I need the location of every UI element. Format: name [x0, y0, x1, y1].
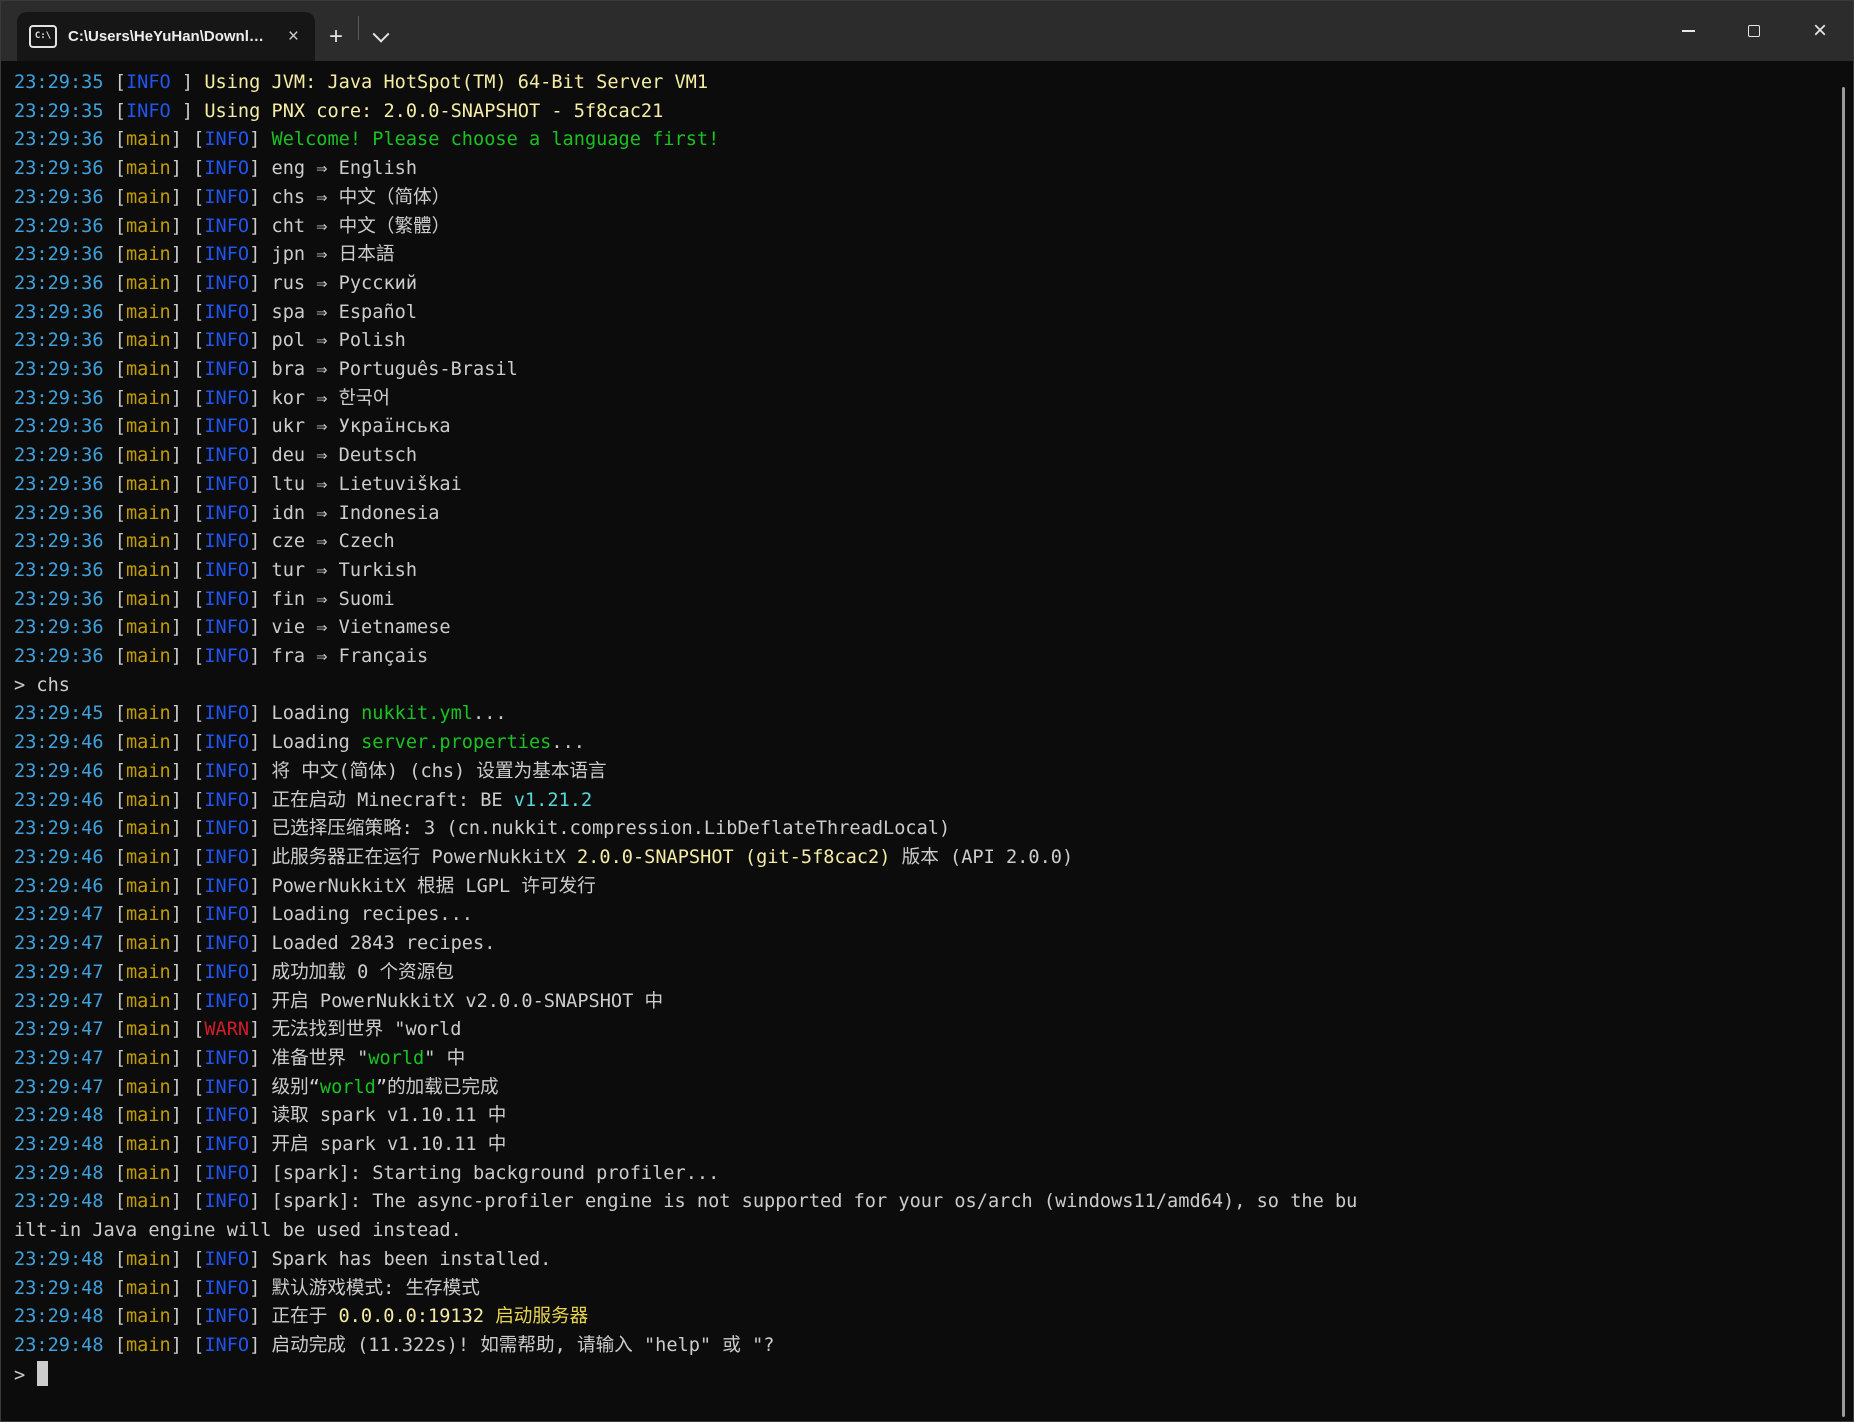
chevron-down-icon — [373, 25, 390, 42]
log-line: 23:29:47 [main] [INFO] Loaded 2843 recip… — [14, 930, 1852, 959]
close-button[interactable]: × — [1787, 1, 1853, 61]
log-line: 23:29:46 [main] [INFO] 正在启动 Minecraft: B… — [14, 787, 1852, 816]
log-line: 23:29:36 [main] [INFO] kor ⇒ 한국어 — [14, 385, 1852, 414]
log-line: 23:29:47 [main] [INFO] 级别“world”的加载已完成 — [14, 1074, 1852, 1103]
titlebar-drag-region[interactable] — [402, 1, 1655, 61]
log-line: 23:29:36 [main] [INFO] rus ⇒ Русский — [14, 270, 1852, 299]
window-controls: × — [1655, 1, 1853, 61]
log-line: 23:29:36 [main] [INFO] fra ⇒ Français — [14, 643, 1852, 672]
tab-close-icon[interactable]: × — [284, 25, 303, 48]
log-line: ilt-in Java engine will be used instead. — [14, 1217, 1852, 1246]
tab-dropdown-button[interactable] — [360, 12, 402, 61]
terminal-window: C:\ C:\Users\HeYuHan\Download × + × 23:2… — [0, 0, 1854, 1422]
text-cursor — [37, 1361, 48, 1386]
title-bar: C:\ C:\Users\HeYuHan\Download × + × — [1, 1, 1853, 61]
log-line: 23:29:36 [main] [INFO] vie ⇒ Vietnamese — [14, 614, 1852, 643]
close-icon: × — [1813, 19, 1827, 43]
log-line: 23:29:46 [main] [INFO] 此服务器正在运行 PowerNuk… — [14, 844, 1852, 873]
terminal-output[interactable]: 23:29:35 [INFO ] Using JVM: Java HotSpot… — [2, 61, 1852, 1420]
scrollbar-thumb[interactable] — [1842, 87, 1845, 1417]
log-line: 23:29:35 [INFO ] Using JVM: Java HotSpot… — [14, 69, 1852, 98]
maximize-button[interactable] — [1721, 1, 1787, 61]
log-line: 23:29:46 [main] [INFO] PowerNukkitX 根据 L… — [14, 873, 1852, 902]
log-line: 23:29:36 [main] [INFO] chs ⇒ 中文（简体） — [14, 184, 1852, 213]
log-line: 23:29:48 [main] [INFO] 默认游戏模式: 生存模式 — [14, 1275, 1852, 1304]
log-line: 23:29:48 [main] [INFO] [spark]: The asyn… — [14, 1188, 1852, 1217]
log-line: 23:29:36 [main] [INFO] idn ⇒ Indonesia — [14, 500, 1852, 529]
log-line: 23:29:48 [main] [INFO] [spark]: Starting… — [14, 1160, 1852, 1189]
log-line: 23:29:35 [INFO ] Using PNX core: 2.0.0-S… — [14, 98, 1852, 127]
minimize-button[interactable] — [1655, 1, 1721, 61]
log-line: 23:29:48 [main] [INFO] 启动完成 (11.322s)! 如… — [14, 1332, 1852, 1361]
log-line: 23:29:46 [main] [INFO] 将 中文(简体) (chs) 设置… — [14, 758, 1852, 787]
log-line: 23:29:36 [main] [INFO] fin ⇒ Suomi — [14, 586, 1852, 615]
tab-title: C:\Users\HeYuHan\Download — [68, 28, 273, 45]
log-line: 23:29:36 [main] [INFO] pol ⇒ Polish — [14, 327, 1852, 356]
log-line: > chs — [14, 672, 1852, 701]
log-line: 23:29:48 [main] [INFO] 正在于 0.0.0.0:19132… — [14, 1303, 1852, 1332]
log-line: 23:29:36 [main] [INFO] ltu ⇒ Lietuviškai — [14, 471, 1852, 500]
log-line: 23:29:47 [main] [INFO] 开启 PowerNukkitX v… — [14, 988, 1852, 1017]
log-line: 23:29:36 [main] [INFO] tur ⇒ Turkish — [14, 557, 1852, 586]
log-line: 23:29:46 [main] [INFO] 已选择压缩策略: 3 (cn.nu… — [14, 815, 1852, 844]
log-line: 23:29:47 [main] [INFO] 准备世界 "world" 中 — [14, 1045, 1852, 1074]
tab-bar-divider — [358, 16, 359, 40]
log-line: 23:29:36 [main] [INFO] spa ⇒ Español — [14, 299, 1852, 328]
log-line: 23:29:36 [main] [INFO] deu ⇒ Deutsch — [14, 442, 1852, 471]
log-line: 23:29:36 [main] [INFO] ukr ⇒ Українська — [14, 413, 1852, 442]
log-line: 23:29:36 [main] [INFO] eng ⇒ English — [14, 155, 1852, 184]
log-line: > — [14, 1361, 1852, 1391]
log-line: 23:29:36 [main] [INFO] bra ⇒ Português-B… — [14, 356, 1852, 385]
cmd-icon: C:\ — [29, 25, 57, 48]
log-line: 23:29:48 [main] [INFO] 读取 spark v1.10.11… — [14, 1102, 1852, 1131]
log-line: 23:29:47 [main] [WARN] 无法找到世界 "world — [14, 1016, 1852, 1045]
log-lines: 23:29:35 [INFO ] Using JVM: Java HotSpot… — [14, 69, 1852, 1390]
log-line: 23:29:36 [main] [INFO] jpn ⇒ 日本語 — [14, 241, 1852, 270]
log-line: 23:29:36 [main] [INFO] cht ⇒ 中文（繁體） — [14, 213, 1852, 242]
maximize-icon — [1748, 25, 1760, 37]
log-line: 23:29:46 [main] [INFO] Loading server.pr… — [14, 729, 1852, 758]
plus-icon: + — [329, 25, 343, 49]
log-line: 23:29:47 [main] [INFO] Loading recipes..… — [14, 901, 1852, 930]
log-line: 23:29:48 [main] [INFO] 开启 spark v1.10.11… — [14, 1131, 1852, 1160]
new-tab-button[interactable]: + — [315, 12, 357, 61]
log-line: 23:29:48 [main] [INFO] Spark has been in… — [14, 1246, 1852, 1275]
log-line: 23:29:36 [main] [INFO] Welcome! Please c… — [14, 126, 1852, 155]
terminal-tab[interactable]: C:\ C:\Users\HeYuHan\Download × — [17, 12, 315, 61]
log-line: 23:29:45 [main] [INFO] Loading nukkit.ym… — [14, 700, 1852, 729]
minimize-icon — [1682, 30, 1695, 32]
log-line: 23:29:36 [main] [INFO] cze ⇒ Czech — [14, 528, 1852, 557]
log-line: 23:29:47 [main] [INFO] 成功加载 0 个资源包 — [14, 959, 1852, 988]
